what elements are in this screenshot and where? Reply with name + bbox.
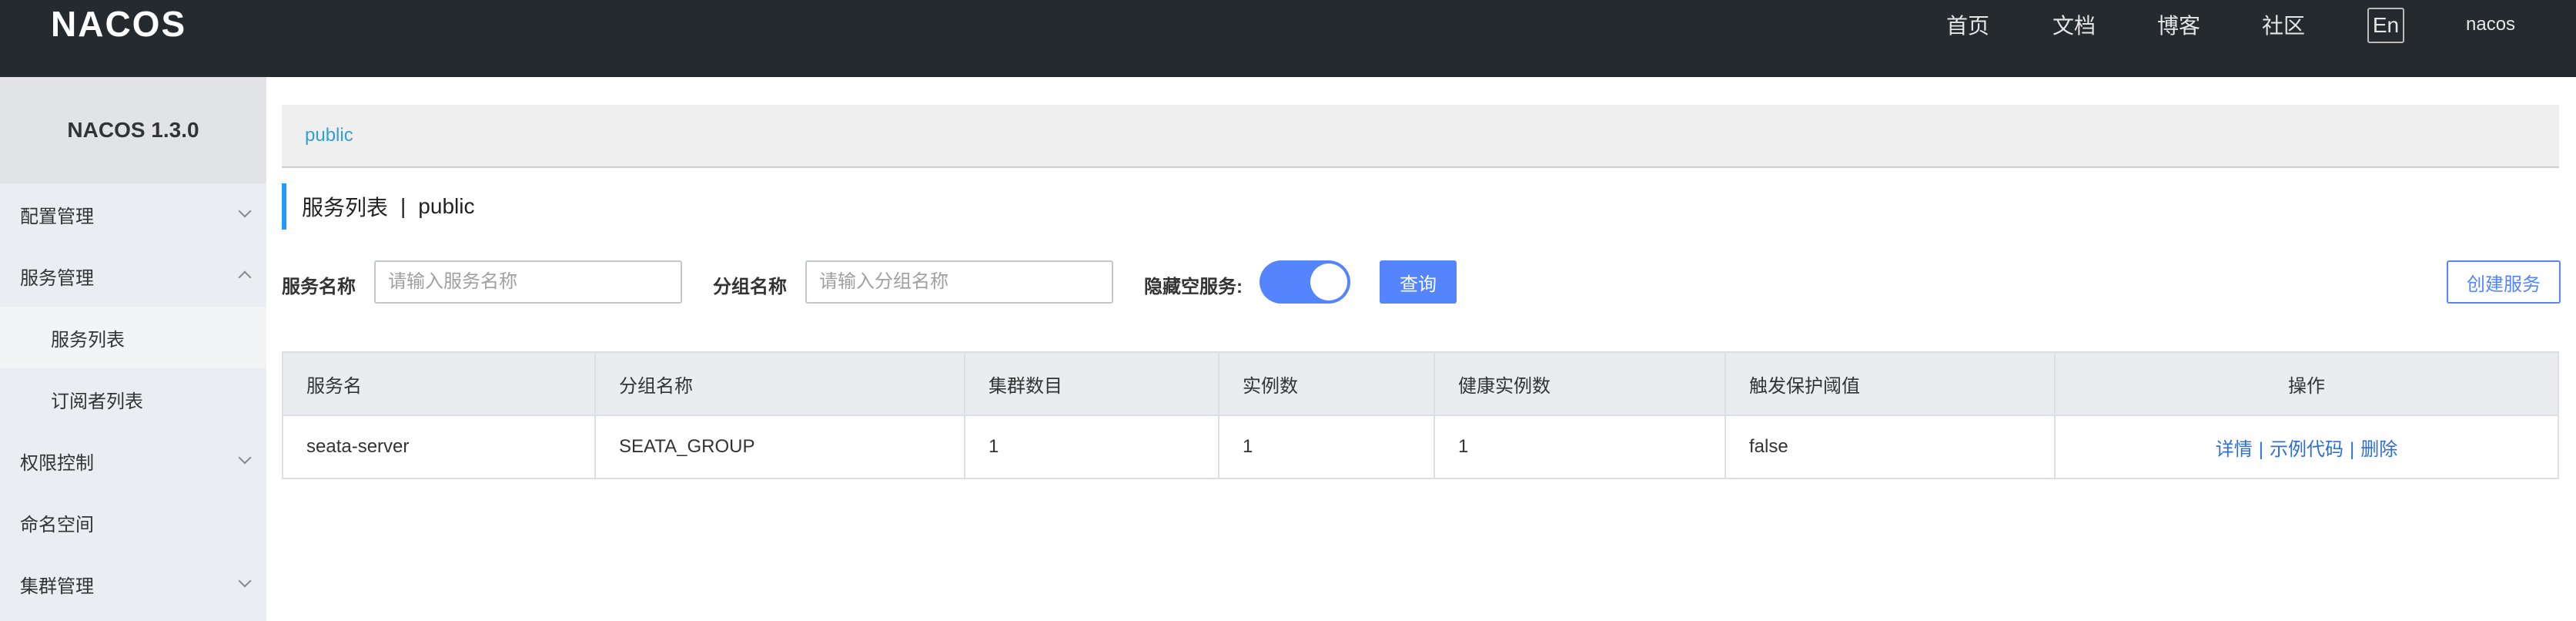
sidebar-item-config-management[interactable]: 配置管理 [0,183,266,245]
service-table: 服务名 分组名称 集群数目 实例数 健康实例数 触发保护阈值 操作 seata-… [282,351,2559,479]
sidebar-item-namespace[interactable]: 命名空间 [0,492,266,553]
nav-community[interactable]: 社区 [2262,9,2305,40]
namespace-bar: public [282,105,2559,168]
service-name-input[interactable] [374,260,682,304]
query-button[interactable]: 查询 [1380,260,1457,304]
chevron-down-icon [238,204,252,218]
delete-link[interactable]: 删除 [2360,439,2397,460]
sidebar-item-service-management[interactable]: 服务管理 [0,245,266,307]
sidebar-item-access-control[interactable]: 权限控制 [0,430,266,492]
detail-link[interactable]: 详情 [2216,439,2253,460]
chevron-down-icon [238,451,252,465]
page-title-namespace: public [418,194,475,218]
sidebar-item-label: 服务列表 [51,329,125,351]
sidebar-item-service-list[interactable]: 服务列表 [0,307,266,368]
sidebar-item-cluster-management[interactable]: 集群管理 [0,553,266,615]
cell-protect-threshold: false [1725,415,2056,478]
table-header-row: 服务名 分组名称 集群数目 实例数 健康实例数 触发保护阈值 操作 [283,352,2559,416]
sidebar-item-label: 权限控制 [20,452,94,474]
action-separator: | [2258,438,2263,460]
group-name-label: 分组名称 [713,277,787,297]
sidebar-item-subscriber-list[interactable]: 订阅者列表 [0,368,266,430]
namespace-link-public[interactable]: public [305,125,353,146]
chevron-up-icon [238,270,252,284]
nacos-logo[interactable]: NACOS [51,4,186,44]
sidebar-item-label: 服务管理 [20,267,94,289]
sample-code-link[interactable]: 示例代码 [2270,439,2343,460]
cell-healthy-count: 1 [1434,415,1726,478]
column-header-instance-count: 实例数 [1219,352,1435,416]
hide-empty-services-label: 隐藏空服务: [1144,277,1243,297]
service-name-label: 服务名称 [282,277,356,297]
column-header-protect-threshold: 触发保护阈值 [1725,352,2056,416]
sidebar-item-label: 集群管理 [20,576,94,597]
page-title: 服务列表 | public [282,183,474,230]
nav-blog[interactable]: 博客 [2157,9,2200,40]
top-header: NACOS 首页 文档 博客 社区 En nacos [0,0,2576,77]
page-title-text: 服务列表 [302,196,389,220]
cell-actions: 详情 | 示例代码 | 删除 [2055,415,2559,478]
column-header-group-name: 分组名称 [595,352,965,416]
cell-cluster-count: 1 [965,415,1219,478]
sidebar-item-label: 配置管理 [20,206,94,227]
table-row: seata-server SEATA_GROUP 1 1 1 false 详情 |… [283,415,2559,478]
column-header-healthy-instance-count: 健康实例数 [1434,352,1726,416]
column-header-service-name: 服务名 [283,352,596,416]
nav-home[interactable]: 首页 [1946,9,1989,40]
sidebar-version-title: NACOS 1.3.0 [0,77,266,183]
sidebar-item-label: 命名空间 [20,514,94,535]
page-title-separator: | [400,194,406,218]
cell-instance-count: 1 [1219,415,1435,478]
main-content: public 服务列表 | public 服务名称 分组名称 隐藏空服务: 查询… [266,77,2576,621]
language-toggle-button[interactable]: En [2367,8,2404,43]
sidebar: NACOS 1.3.0 配置管理 服务管理 服务列表 订阅者列表 权限控制 命名… [0,77,266,621]
action-separator: | [2350,438,2355,460]
user-menu[interactable]: nacos [2466,14,2515,35]
chevron-down-icon [238,574,252,588]
cell-group-name: SEATA_GROUP [595,415,965,478]
nav-docs[interactable]: 文档 [2052,9,2096,40]
group-name-input[interactable] [805,260,1113,304]
create-service-button[interactable]: 创建服务 [2447,260,2561,304]
cell-service-name: seata-server [283,415,596,478]
toggle-knob [1310,264,1347,300]
column-header-actions: 操作 [2055,352,2559,416]
hide-empty-services-toggle[interactable] [1260,260,1350,304]
sidebar-item-label: 订阅者列表 [51,391,143,412]
column-header-cluster-count: 集群数目 [965,352,1219,416]
